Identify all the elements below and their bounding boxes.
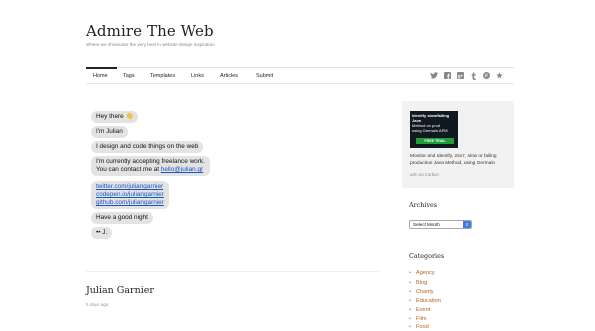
chat-bubble: •• J. [91, 227, 113, 239]
chat-bubble: I'm Julian [91, 126, 128, 138]
twitter-icon[interactable] [429, 72, 438, 81]
post-date: 5 days ago [86, 302, 109, 307]
post-title[interactable]: Julian Garnier [86, 285, 154, 296]
site-tagline: Where we showcase the very best in websi… [86, 42, 215, 47]
category-item[interactable]: Blog [409, 280, 427, 286]
category-item[interactable]: Agency [409, 270, 435, 276]
ad-image[interactable]: Identify slow/failing Java Method on pro… [410, 111, 458, 148]
svg-text:g+: g+ [458, 73, 464, 78]
facebook-icon[interactable] [443, 72, 452, 81]
chat-text: You can contact me at hello@julian.gr [96, 166, 205, 174]
post-divider [86, 271, 379, 272]
chat-bubble: I design and code things on the web [91, 141, 204, 153]
pinterest-icon[interactable] [482, 72, 491, 81]
ad-text[interactable]: Monitor and Identify, 24x7, slow or fail… [410, 153, 510, 167]
archives-select-value: Select Month [413, 222, 440, 227]
archives-select[interactable]: Select Month ⇕ [409, 220, 472, 229]
category-item[interactable]: Education [409, 298, 441, 304]
nav-item-submit[interactable]: Submit [256, 73, 273, 79]
chat-bubble-links: twitter.com/juliangarnier codepen.io/jul… [91, 181, 169, 209]
category-item[interactable]: Event [409, 307, 430, 313]
chat-bubble-freelance: I'm currently accepting freelance work. … [91, 156, 210, 176]
category-item[interactable]: Film [409, 316, 426, 322]
nav-item-home[interactable]: Home [93, 73, 108, 79]
active-tab-indicator [86, 67, 117, 69]
email-link[interactable]: hello@julian.gr [161, 166, 203, 173]
category-item[interactable]: Food [409, 324, 429, 330]
tumblr-icon[interactable] [469, 72, 478, 82]
ad-image-text: using Germain APM [412, 128, 448, 133]
google-plus-icon[interactable]: g+ [456, 72, 465, 81]
category-item[interactable]: Charity [409, 289, 434, 295]
nav-item-links[interactable]: Links [191, 73, 204, 79]
chat-bubble: Have a good night [91, 212, 153, 224]
github-link[interactable]: github.com/juliangarnier [96, 199, 164, 206]
main-nav: Home Tags Templates Links Articles Submi… [86, 67, 514, 84]
codepen-link[interactable]: codepen.io/juliangarnier [96, 191, 164, 198]
select-arrows-icon: ⇕ [463, 221, 471, 228]
site-title[interactable]: Admire The Web [86, 22, 214, 40]
nav-item-tags[interactable]: Tags [123, 73, 135, 79]
ad-via[interactable]: ads via Carbon [410, 172, 439, 177]
ad-free-trial-button[interactable]: FREE TRIAL [416, 138, 454, 144]
chat-text: I'm currently accepting freelance work. [96, 158, 205, 165]
carbon-ad[interactable]: Identify slow/failing Java Method on pro… [402, 101, 514, 188]
chat-bubble: Hey there 👋 [91, 111, 139, 123]
nav-item-templates[interactable]: Templates [150, 73, 175, 79]
nav-item-articles[interactable]: Articles [220, 73, 238, 79]
archives-title: Archives [409, 201, 438, 209]
twitter-link[interactable]: twitter.com/juliangarnier [96, 183, 163, 190]
categories-title: Categories [409, 252, 445, 260]
star-icon[interactable] [495, 72, 504, 81]
chat-text-prefix: You can contact me at [96, 166, 161, 173]
